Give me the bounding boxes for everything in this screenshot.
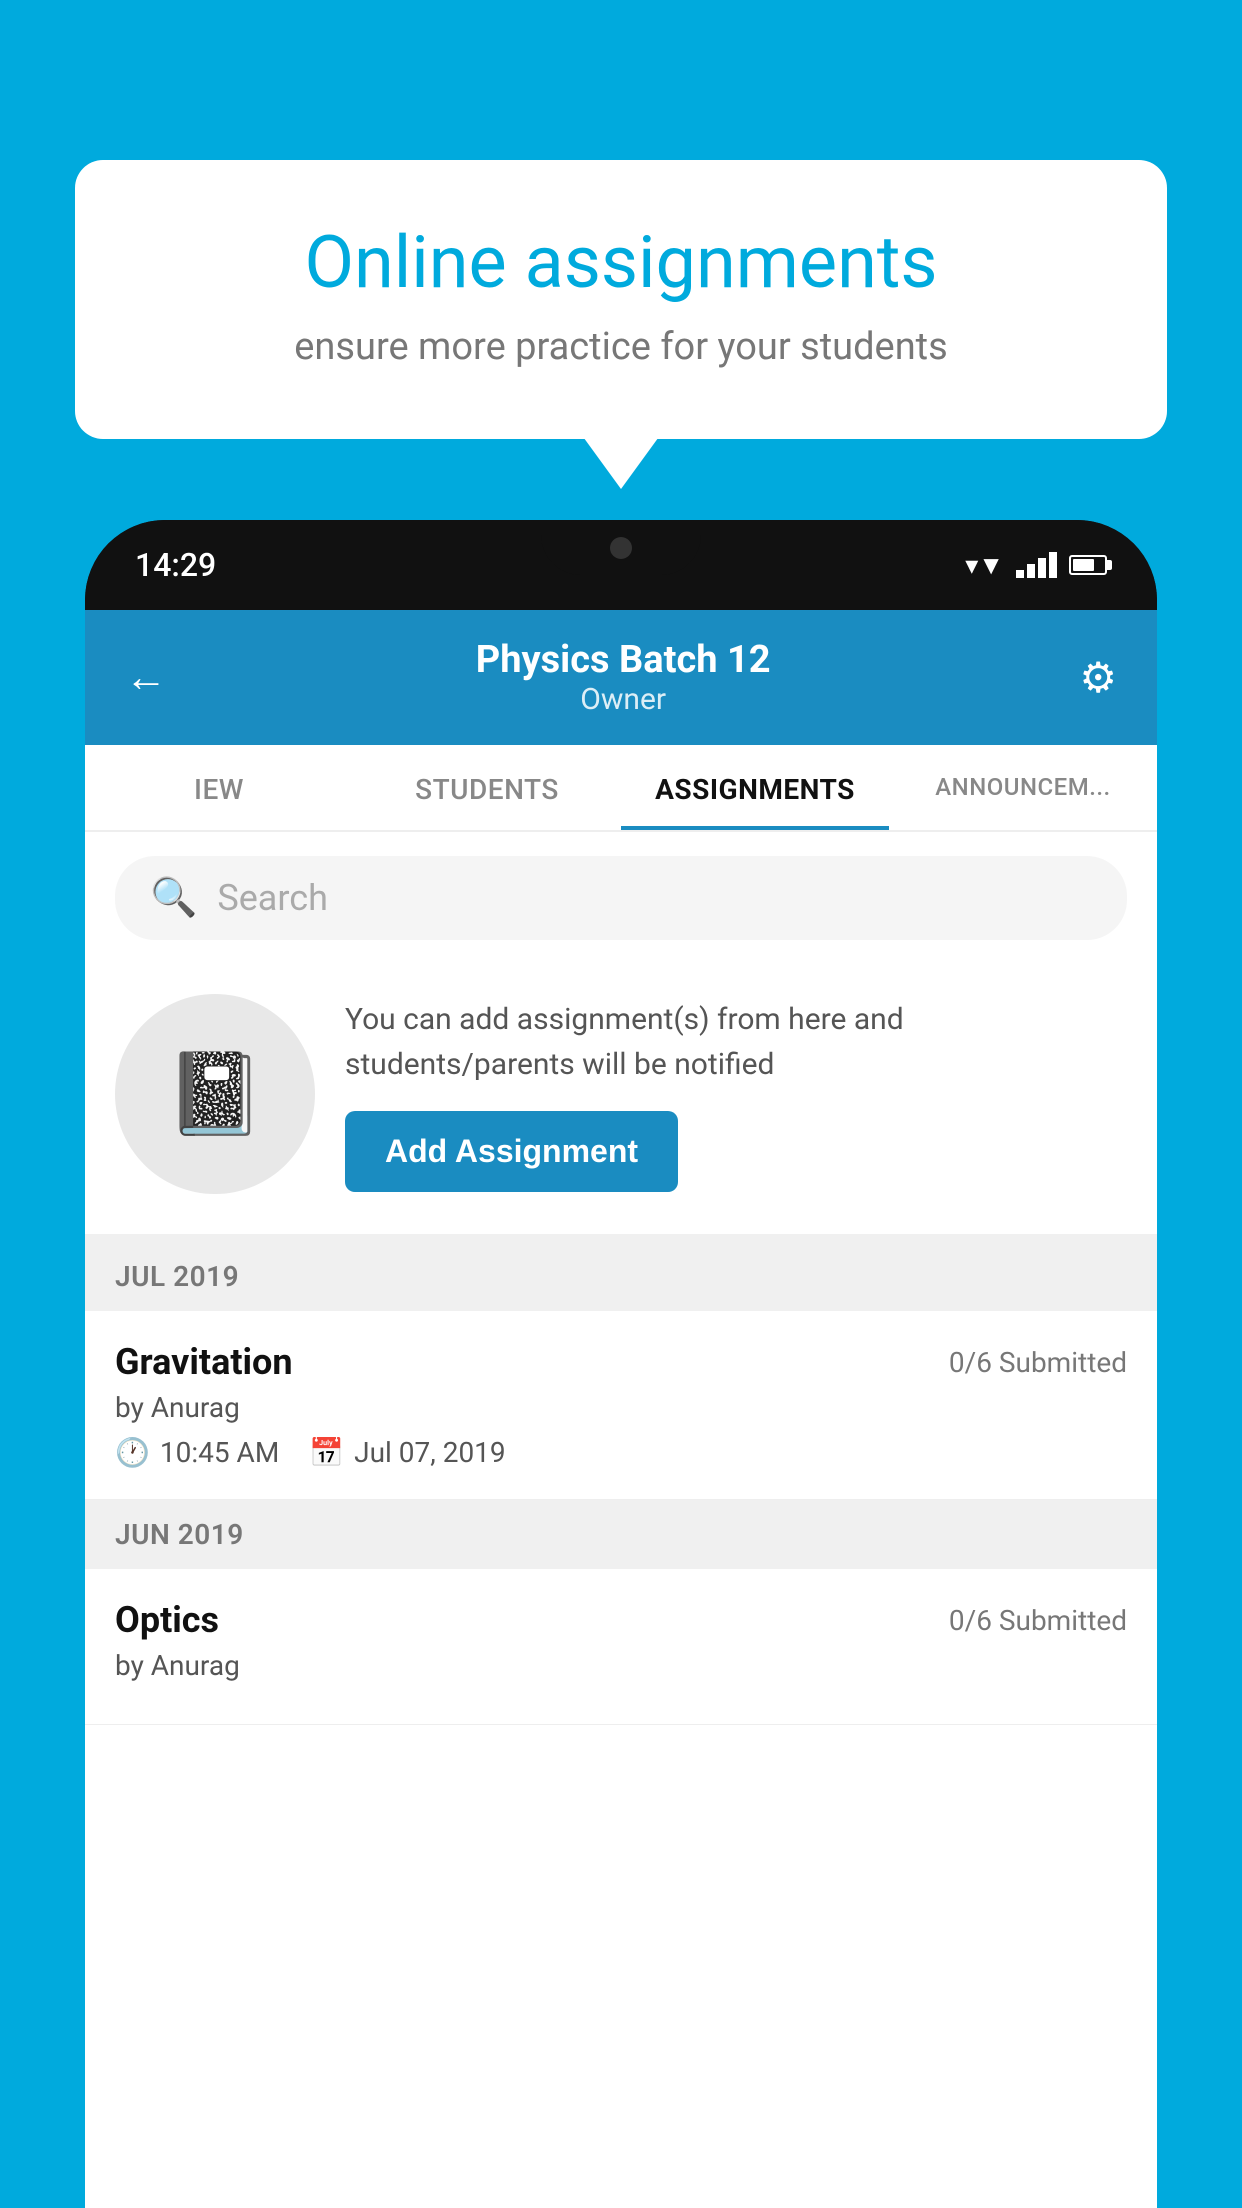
assignment-item-gravitation[interactable]: Gravitation 0/6 Submitted by Anurag 🕐 10… xyxy=(85,1311,1157,1500)
phone-frame: 14:29 ▾▼ ← Physics Batch 12 xyxy=(85,520,1157,2208)
assignment-meta: 🕐 10:45 AM 📅 Jul 07, 2019 xyxy=(115,1436,1127,1469)
promo-description: You can add assignment(s) from here and … xyxy=(345,997,1127,1087)
tab-assignments[interactable]: ASSIGNMENTS xyxy=(621,745,889,830)
assignment-promo-text: You can add assignment(s) from here and … xyxy=(345,997,1127,1192)
date-info: 📅 Jul 07, 2019 xyxy=(309,1436,505,1469)
battery-icon xyxy=(1069,555,1107,575)
assignment-row1: Optics 0/6 Submitted xyxy=(115,1599,1127,1641)
section-header-jul: JUL 2019 xyxy=(85,1242,1157,1311)
notebook-icon-circle: 📓 xyxy=(115,994,315,1194)
search-bar[interactable]: 🔍 Search xyxy=(115,856,1127,940)
calendar-icon: 📅 xyxy=(309,1436,344,1469)
assignment-item-optics[interactable]: Optics 0/6 Submitted by Anurag xyxy=(85,1569,1157,1725)
settings-icon[interactable]: ⚙ xyxy=(1079,653,1117,703)
tab-iew[interactable]: IEW xyxy=(85,745,353,830)
promo-card: Online assignments ensure more practice … xyxy=(75,160,1167,439)
assignment-promo-section: 📓 You can add assignment(s) from here an… xyxy=(85,964,1157,1242)
header-title-group: Physics Batch 12 Owner xyxy=(476,638,771,717)
user-role: Owner xyxy=(476,682,771,717)
camera xyxy=(610,537,632,559)
batch-name: Physics Batch 12 xyxy=(476,638,771,682)
signal-icon xyxy=(1016,552,1057,578)
wifi-icon: ▾▼ xyxy=(965,550,1004,581)
submitted-count: 0/6 Submitted xyxy=(949,1604,1127,1637)
submitted-count: 0/6 Submitted xyxy=(949,1346,1127,1379)
search-placeholder: Search xyxy=(217,877,328,919)
clock-icon: 🕐 xyxy=(115,1436,150,1469)
assignment-date: Jul 07, 2019 xyxy=(354,1436,506,1469)
app-header: ← Physics Batch 12 Owner ⚙ xyxy=(85,610,1157,745)
tab-announcements[interactable]: ANNOUNCEM... xyxy=(889,745,1157,830)
promo-title: Online assignments xyxy=(135,220,1107,305)
phone-time: 14:29 xyxy=(135,546,216,584)
status-bar: 14:29 ▾▼ xyxy=(85,520,1157,610)
phone-screen: ← Physics Batch 12 Owner ⚙ IEW STUDENTS … xyxy=(85,610,1157,2208)
assignment-by: by Anurag xyxy=(115,1649,1127,1682)
back-button[interactable]: ← xyxy=(125,653,167,702)
tabs-bar: IEW STUDENTS ASSIGNMENTS ANNOUNCEM... xyxy=(85,745,1157,832)
search-icon: 🔍 xyxy=(150,876,197,920)
time-info: 🕐 10:45 AM xyxy=(115,1436,279,1469)
assignment-name: Gravitation xyxy=(115,1341,293,1383)
notch xyxy=(541,520,701,575)
add-assignment-button[interactable]: Add Assignment xyxy=(345,1111,678,1192)
tab-students[interactable]: STUDENTS xyxy=(353,745,621,830)
assignment-name: Optics xyxy=(115,1599,219,1641)
assignment-by: by Anurag xyxy=(115,1391,1127,1424)
assignment-row1: Gravitation 0/6 Submitted xyxy=(115,1341,1127,1383)
promo-subtitle: ensure more practice for your students xyxy=(135,325,1107,369)
status-icons: ▾▼ xyxy=(965,550,1107,581)
notebook-icon: 📓 xyxy=(165,1047,265,1141)
section-header-jun: JUN 2019 xyxy=(85,1500,1157,1569)
assignment-time: 10:45 AM xyxy=(160,1436,279,1469)
